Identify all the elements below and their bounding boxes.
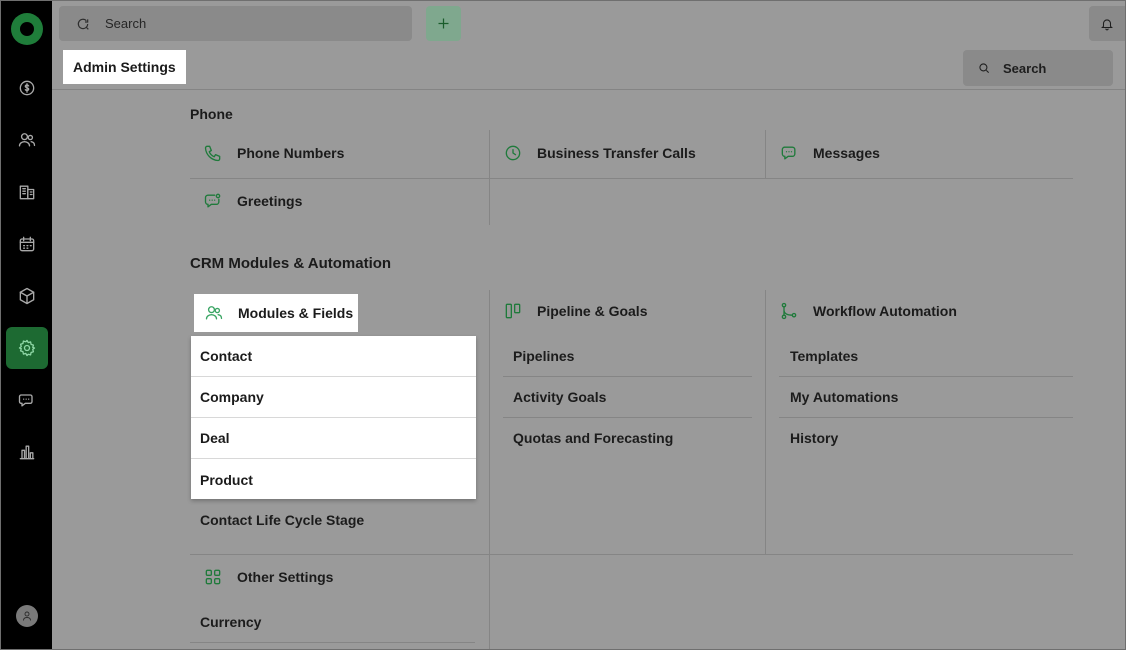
phone-numbers-link[interactable]: Phone Numbers bbox=[203, 143, 344, 163]
divider bbox=[765, 130, 766, 178]
grid-icon bbox=[205, 569, 221, 585]
divider bbox=[190, 554, 1073, 555]
rail-item-sales[interactable] bbox=[6, 67, 48, 109]
other-settings-link[interactable]: Other Settings bbox=[203, 567, 333, 587]
rail-item-companies[interactable] bbox=[6, 171, 48, 213]
workflow-automation-label: Workflow Automation bbox=[813, 303, 957, 319]
global-search[interactable]: Search bbox=[59, 6, 412, 41]
dropdown-item-company[interactable]: Company bbox=[191, 377, 476, 418]
calendar-icon bbox=[19, 236, 35, 252]
rail-item-settings[interactable] bbox=[6, 327, 48, 369]
modules-dropdown: Contact Company Deal Product bbox=[191, 336, 476, 499]
dollar-icon bbox=[19, 80, 35, 96]
quick-add-button[interactable] bbox=[426, 6, 461, 41]
divider bbox=[190, 178, 1073, 179]
page-title: Admin Settings bbox=[63, 50, 186, 84]
rail-item-contacts[interactable] bbox=[6, 119, 48, 161]
pipelines-link[interactable]: Pipelines bbox=[513, 348, 574, 364]
currency-link[interactable]: Currency bbox=[200, 614, 261, 630]
box-icon bbox=[19, 287, 35, 305]
modules-fields-link[interactable]: Modules & Fields bbox=[194, 294, 358, 332]
divider bbox=[190, 642, 475, 643]
pipeline-goals-link[interactable]: Pipeline & Goals bbox=[503, 301, 647, 321]
dropdown-item-product[interactable]: Product bbox=[191, 459, 476, 500]
business-transfer-calls-link[interactable]: Business Transfer Calls bbox=[503, 143, 696, 163]
dropdown-item-contact[interactable]: Contact bbox=[191, 336, 476, 377]
user-avatar[interactable] bbox=[16, 605, 38, 627]
templates-link[interactable]: Templates bbox=[790, 348, 858, 364]
settings-search[interactable]: Search bbox=[963, 50, 1113, 86]
workflow-automation-link[interactable]: Workflow Automation bbox=[779, 301, 957, 321]
header-divider bbox=[52, 89, 1125, 90]
rail-item-conversations[interactable] bbox=[6, 379, 48, 421]
other-settings-label: Other Settings bbox=[237, 569, 334, 585]
messages-link[interactable]: Messages bbox=[779, 143, 880, 163]
divider bbox=[489, 290, 490, 649]
clock-icon bbox=[505, 145, 521, 161]
plus-icon bbox=[438, 18, 449, 29]
greetings-label: Greetings bbox=[237, 193, 303, 209]
greetings-link[interactable]: Greetings bbox=[203, 191, 302, 211]
building-icon bbox=[19, 185, 35, 200]
divider bbox=[503, 417, 752, 418]
my-automations-link[interactable]: My Automations bbox=[790, 389, 898, 405]
chat-icon bbox=[18, 394, 33, 407]
user-icon bbox=[23, 611, 31, 621]
left-nav-rail bbox=[1, 1, 52, 649]
bar-chart-icon bbox=[19, 445, 35, 460]
app-logo[interactable] bbox=[11, 13, 43, 45]
divider bbox=[779, 417, 1073, 418]
workflow-icon bbox=[781, 302, 797, 320]
settings-search-label: Search bbox=[1003, 60, 1047, 76]
section-title-phone: Phone bbox=[190, 106, 233, 122]
phone-numbers-label: Phone Numbers bbox=[237, 145, 345, 161]
rail-item-reports[interactable] bbox=[6, 431, 48, 473]
divider bbox=[765, 290, 766, 554]
section-title-crm: CRM Modules & Automation bbox=[190, 255, 392, 272]
phone-icon bbox=[204, 145, 221, 162]
chat-icon bbox=[781, 146, 796, 160]
history-link[interactable]: History bbox=[790, 430, 838, 446]
contact-life-cycle-stage-link[interactable]: Contact Life Cycle Stage bbox=[200, 512, 364, 528]
messages-label: Messages bbox=[813, 145, 880, 161]
greeting-icon bbox=[204, 193, 221, 208]
global-search-placeholder: Search bbox=[105, 16, 147, 31]
users-icon bbox=[18, 133, 36, 147]
gear-icon bbox=[18, 339, 36, 357]
kanban-icon bbox=[505, 303, 521, 319]
divider bbox=[779, 376, 1073, 377]
rail-item-products[interactable] bbox=[6, 275, 48, 317]
divider bbox=[503, 376, 752, 377]
users-icon bbox=[205, 306, 223, 320]
modules-fields-label: Modules & Fields bbox=[238, 305, 354, 321]
dropdown-item-deal[interactable]: Deal bbox=[191, 418, 476, 459]
business-transfer-calls-label: Business Transfer Calls bbox=[537, 145, 696, 161]
quotas-forecasting-link[interactable]: Quotas and Forecasting bbox=[513, 430, 673, 446]
bell-icon bbox=[1101, 18, 1113, 30]
pipeline-goals-label: Pipeline & Goals bbox=[537, 303, 648, 319]
notifications-button[interactable] bbox=[1089, 6, 1125, 41]
app-frame bbox=[0, 0, 1126, 650]
activity-goals-link[interactable]: Activity Goals bbox=[513, 389, 606, 405]
search-icon bbox=[979, 63, 990, 74]
rail-item-calendar[interactable] bbox=[6, 223, 48, 265]
search-icon bbox=[77, 18, 89, 30]
